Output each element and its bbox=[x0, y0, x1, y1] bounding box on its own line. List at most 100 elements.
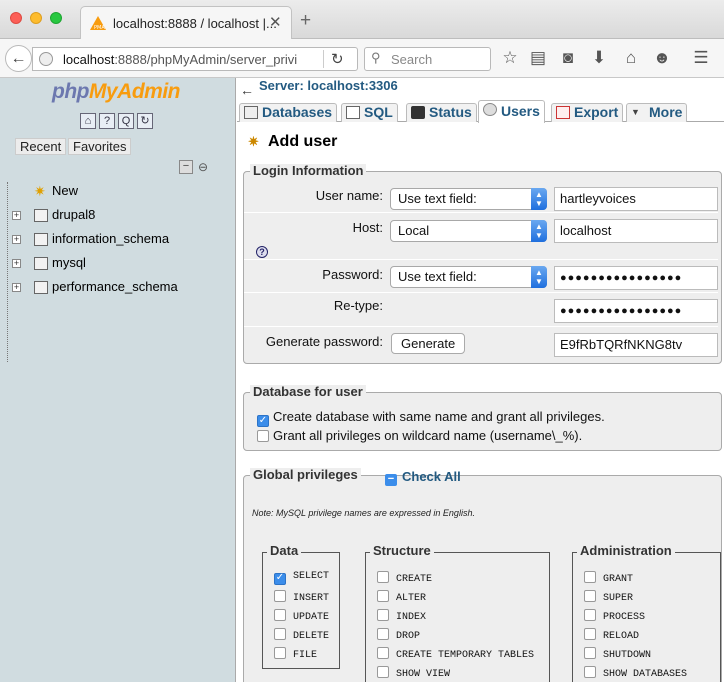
checkbox-unchecked[interactable] bbox=[584, 647, 596, 659]
generate-password-label: Generate password: bbox=[265, 334, 383, 349]
home-icon[interactable]: ⌂ bbox=[620, 48, 642, 68]
privilege-update[interactable]: UPDATE bbox=[274, 609, 329, 623]
download-icon[interactable]: ⬇ bbox=[588, 48, 610, 68]
site-info-icon[interactable] bbox=[39, 52, 53, 66]
privilege-alter[interactable]: ALTER bbox=[377, 590, 426, 604]
docs-icon[interactable]: ? bbox=[99, 113, 115, 129]
database-icon bbox=[34, 209, 48, 222]
help-icon[interactable]: ? bbox=[256, 246, 268, 258]
tab-users[interactable]: Users bbox=[478, 100, 545, 123]
password-mode-select[interactable]: Use text field: ▲ ▼ bbox=[390, 266, 547, 288]
tab-export[interactable]: Export bbox=[551, 103, 624, 122]
tab-databases[interactable]: Databases bbox=[239, 103, 338, 122]
url-bar[interactable]: localhost:8888/phpMyAdmin/server_privi ↻ bbox=[32, 47, 358, 71]
export-icon bbox=[556, 106, 570, 119]
select-arrows-icon: ▲ ▼ bbox=[531, 188, 547, 210]
checkbox-unchecked[interactable] bbox=[377, 647, 389, 659]
reading-list-icon[interactable]: ▤ bbox=[527, 48, 549, 68]
checkbox-unchecked[interactable] bbox=[274, 628, 286, 640]
checkbox-checked[interactable]: ✓ bbox=[257, 415, 269, 427]
generate-button[interactable]: Generate bbox=[391, 333, 466, 354]
host-mode-select[interactable]: Local ▲ ▼ bbox=[390, 220, 547, 242]
username-label: User name: bbox=[315, 188, 383, 203]
bookmark-star-icon[interactable]: ☆ bbox=[499, 48, 521, 68]
generated-password-field[interactable]: E9fRbTQRfNKNG8tv bbox=[554, 333, 718, 357]
checkbox-unchecked[interactable] bbox=[584, 628, 596, 640]
privilege-insert[interactable]: INSERT bbox=[274, 590, 329, 604]
new-tab-button[interactable]: + bbox=[300, 10, 311, 32]
link-with-main-icon[interactable]: ⊖ bbox=[198, 160, 208, 174]
zoom-window-button[interactable] bbox=[50, 12, 62, 24]
expand-icon[interactable]: + bbox=[12, 235, 21, 244]
home-icon[interactable]: ⌂ bbox=[80, 113, 96, 129]
privilege-delete[interactable]: DELETE bbox=[274, 628, 329, 642]
privilege-process[interactable]: PROCESS bbox=[584, 609, 645, 623]
check-all-toggle[interactable]: − Check All bbox=[385, 469, 461, 486]
checkbox-unchecked[interactable] bbox=[377, 571, 389, 583]
privilege-create[interactable]: CREATE bbox=[377, 571, 432, 585]
tab-more[interactable]: ▼ More bbox=[626, 103, 688, 122]
browser-tab[interactable]: PMA localhost:8888 / localhost |... ✕ bbox=[80, 6, 292, 39]
checkbox-unchecked[interactable] bbox=[377, 609, 389, 621]
username-mode-select[interactable]: Use text field: ▲ ▼ bbox=[390, 188, 547, 210]
password-row: Password: Use text field: ▲ ▼ ●●●●●●●●●●●●… bbox=[244, 261, 718, 293]
privilege-group-administration: Administration GRANT SUPER PROCESS RELOA… bbox=[572, 544, 721, 682]
server-breadcrumb[interactable]: Server: localhost:3306 bbox=[259, 78, 398, 93]
create-db-option[interactable]: ✓ Create database with same name and gran… bbox=[257, 409, 605, 427]
retype-password-input[interactable]: ●●●●●●●●●●●●●●●● bbox=[554, 299, 718, 323]
reload-icon[interactable]: ↻ bbox=[331, 50, 344, 68]
checkbox-unchecked[interactable] bbox=[584, 571, 596, 583]
checkbox-unchecked[interactable] bbox=[257, 430, 269, 442]
privilege-grant[interactable]: GRANT bbox=[584, 571, 633, 585]
database-for-user-fieldset: Database for user ✓ Create database with … bbox=[243, 385, 722, 451]
tab-favorites[interactable]: Favorites bbox=[68, 138, 132, 155]
search-input[interactable]: ⚲ Search bbox=[364, 47, 491, 71]
privilege-super[interactable]: SUPER bbox=[584, 590, 633, 604]
privilege-show-view[interactable]: SHOW VIEW bbox=[377, 666, 450, 680]
privilege-shutdown[interactable]: SHUTDOWN bbox=[584, 647, 651, 661]
checkbox-unchecked[interactable] bbox=[377, 590, 389, 602]
collapse-all-icon[interactable]: − bbox=[179, 160, 193, 174]
checkbox-checked[interactable]: ✓ bbox=[274, 573, 286, 585]
checkbox-unchecked[interactable] bbox=[584, 609, 596, 621]
checkbox-unchecked[interactable] bbox=[274, 647, 286, 659]
phpmyadmin-logo[interactable]: phpMyAdmin bbox=[52, 80, 180, 104]
password-input[interactable]: ●●●●●●●●●●●●●●●● bbox=[554, 266, 718, 290]
sql-icon bbox=[346, 106, 360, 119]
checkbox-unchecked[interactable] bbox=[377, 666, 389, 678]
back-button[interactable]: ← bbox=[5, 45, 32, 72]
checkbox-unchecked[interactable] bbox=[584, 590, 596, 602]
expand-icon[interactable]: + bbox=[12, 211, 21, 220]
checkbox-unchecked[interactable] bbox=[274, 609, 286, 621]
menu-icon[interactable]: ☰ bbox=[690, 48, 712, 68]
privilege-drop[interactable]: DROP bbox=[377, 628, 420, 642]
privilege-show-databases[interactable]: SHOW DATABASES bbox=[584, 666, 687, 680]
privilege-create-temporary-tables[interactable]: CREATE TEMPORARY TABLES bbox=[377, 647, 534, 661]
checkbox-unchecked[interactable] bbox=[274, 590, 286, 602]
status-icon bbox=[411, 106, 425, 119]
collapse-sidebar-icon[interactable]: ← bbox=[240, 82, 254, 98]
database-icon bbox=[244, 106, 258, 119]
privilege-reload[interactable]: RELOAD bbox=[584, 628, 639, 642]
username-input[interactable]: hartleyvoices bbox=[554, 187, 718, 211]
query-window-icon[interactable]: Q bbox=[118, 113, 134, 129]
privilege-select[interactable]: ✓ SELECT bbox=[274, 571, 329, 585]
expand-icon[interactable]: + bbox=[12, 283, 21, 292]
checkbox-unchecked[interactable] bbox=[377, 628, 389, 640]
expand-icon[interactable]: + bbox=[12, 259, 21, 268]
wildcard-grant-option[interactable]: Grant all privileges on wildcard name (u… bbox=[257, 428, 582, 443]
tab-recent[interactable]: Recent bbox=[15, 138, 67, 155]
close-tab-icon[interactable]: ✕ bbox=[269, 13, 282, 31]
minimize-window-button[interactable] bbox=[30, 12, 42, 24]
smiley-icon[interactable]: ☻ bbox=[651, 48, 673, 68]
privilege-group-title: Structure bbox=[370, 544, 434, 558]
tab-sql[interactable]: SQL bbox=[341, 103, 398, 122]
tab-status[interactable]: Status bbox=[406, 103, 477, 122]
host-input[interactable]: localhost bbox=[554, 219, 718, 243]
refresh-icon[interactable]: ↻ bbox=[137, 113, 153, 129]
pocket-icon[interactable]: ◙ bbox=[557, 48, 579, 68]
privilege-index[interactable]: INDEX bbox=[377, 609, 426, 623]
checkbox-unchecked[interactable] bbox=[584, 666, 596, 678]
close-window-button[interactable] bbox=[10, 12, 22, 24]
privilege-file[interactable]: FILE bbox=[274, 647, 317, 661]
